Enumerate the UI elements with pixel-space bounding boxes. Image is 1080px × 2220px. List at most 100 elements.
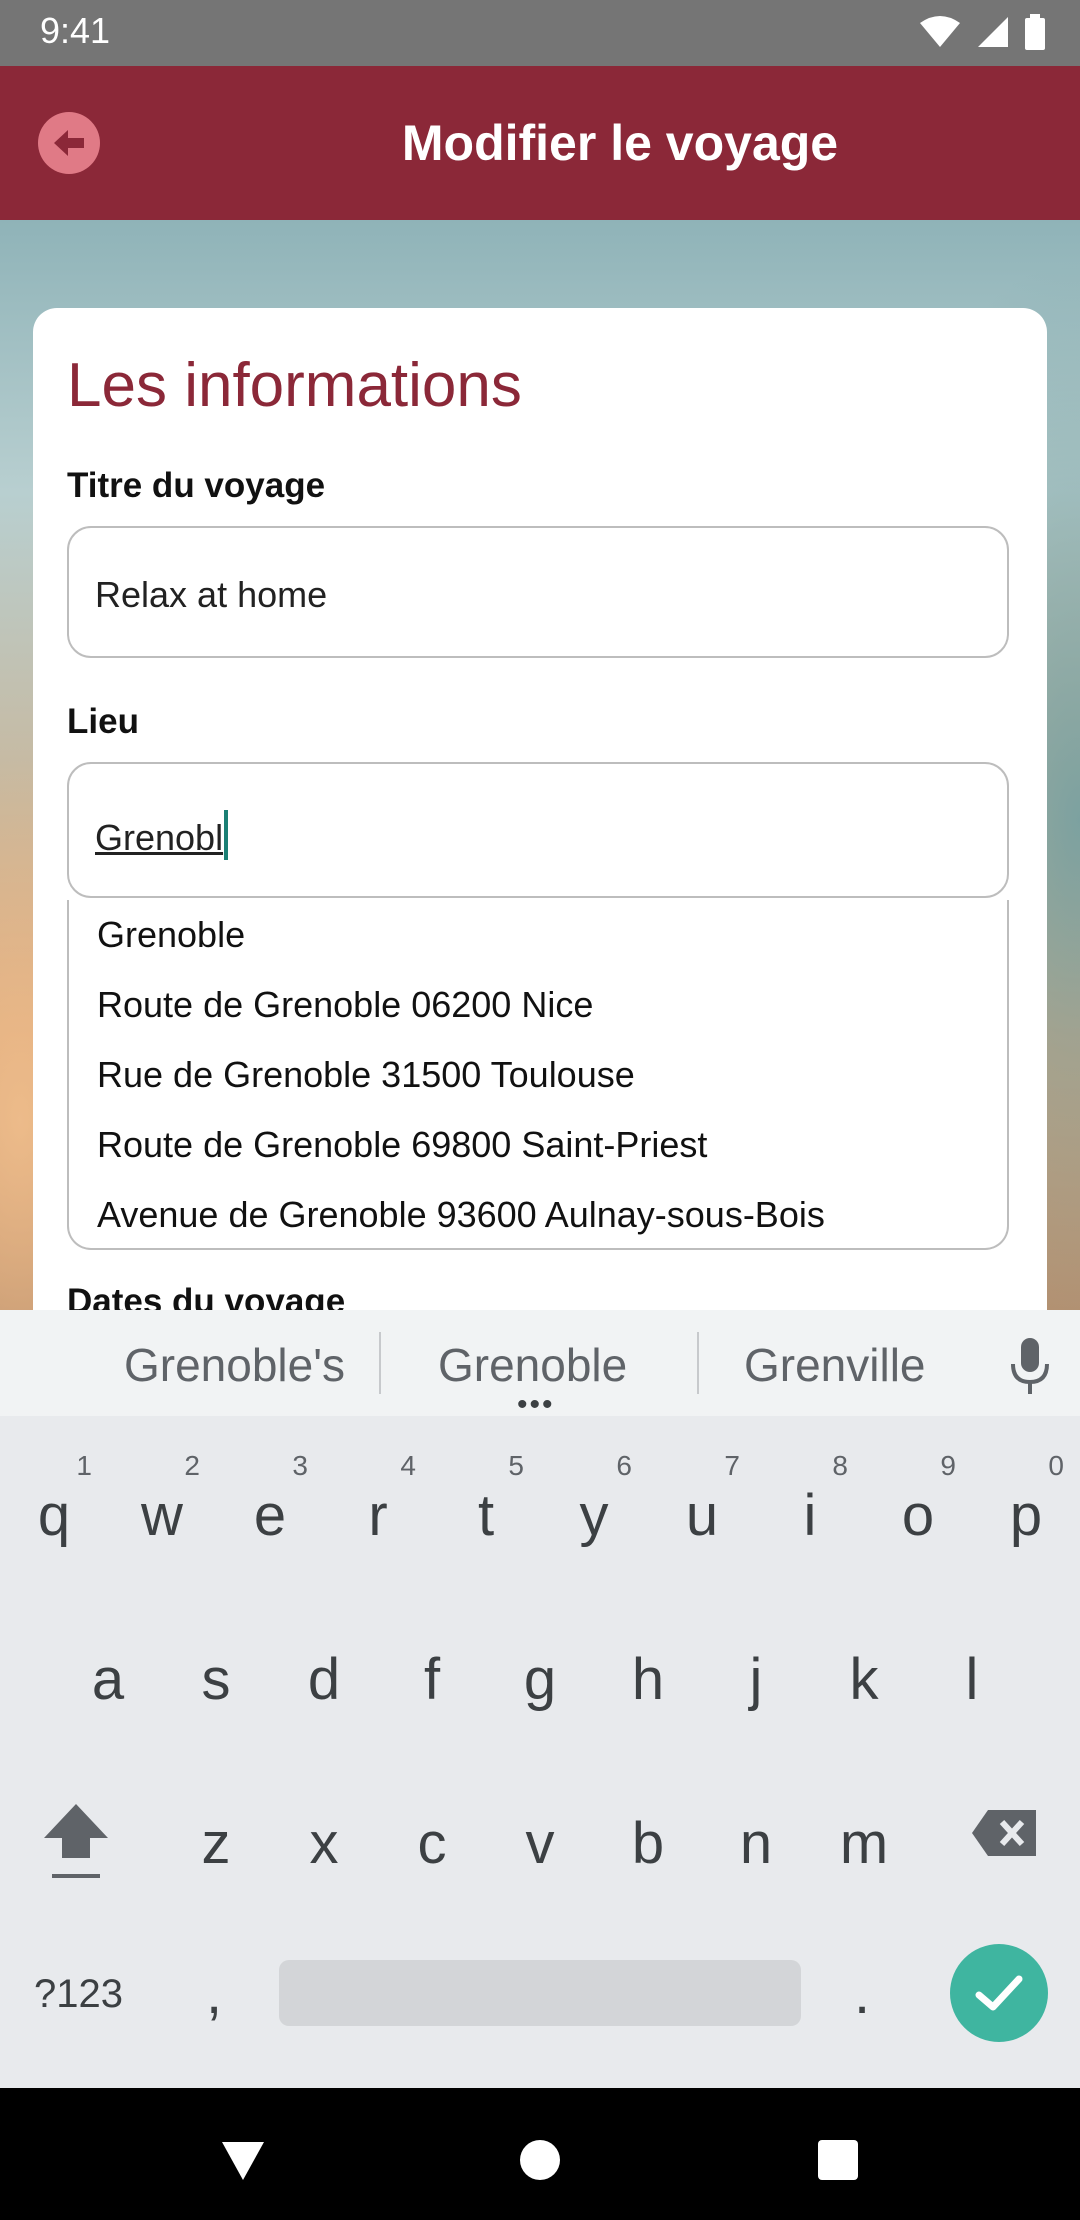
key-number-hint: 1 xyxy=(76,1450,92,1481)
key-a[interactable]: a xyxy=(58,1624,158,1734)
key-c[interactable]: c xyxy=(382,1788,482,1898)
more-suggestions-icon[interactable]: ••• xyxy=(517,1388,555,1422)
check-icon xyxy=(975,1975,1023,2011)
key-label: w xyxy=(141,1483,183,1548)
space-key[interactable] xyxy=(279,1960,801,2026)
place-label: Lieu xyxy=(67,702,139,741)
key-number-hint: 6 xyxy=(616,1450,632,1481)
key-w[interactable]: 2w xyxy=(112,1450,212,1570)
key-i[interactable]: 8i xyxy=(760,1450,860,1570)
key-label: f xyxy=(423,1647,441,1712)
key-label: h xyxy=(631,1647,665,1712)
key-s[interactable]: s xyxy=(166,1624,266,1734)
autocomplete-item[interactable]: Route de Grenoble 06200 Nice xyxy=(97,984,593,1026)
key-v[interactable]: v xyxy=(490,1788,590,1898)
nav-home-icon[interactable] xyxy=(520,2140,560,2180)
nav-back-icon[interactable] xyxy=(220,2140,266,2182)
symbols-key[interactable]: ?123 xyxy=(34,1972,123,2017)
autocomplete-item[interactable]: Rue de Grenoble 31500 Toulouse xyxy=(97,1054,635,1096)
shift-key[interactable] xyxy=(38,1800,114,1880)
key-h[interactable]: h xyxy=(598,1624,698,1734)
strip-divider xyxy=(379,1332,381,1394)
key-label: k xyxy=(849,1647,879,1712)
key-label: x xyxy=(309,1811,339,1876)
key-label: r xyxy=(368,1483,388,1548)
key-number-hint: 7 xyxy=(724,1450,740,1481)
backspace-key[interactable] xyxy=(970,1808,1038,1858)
key-label: e xyxy=(253,1483,287,1548)
enter-key[interactable] xyxy=(950,1944,1048,2042)
key-u[interactable]: 7u xyxy=(652,1450,752,1570)
status-bar: 9:41 xyxy=(0,0,1080,66)
autocomplete-item[interactable]: Grenoble xyxy=(97,914,245,956)
nav-recents-icon[interactable] xyxy=(818,2140,858,2180)
key-d[interactable]: d xyxy=(274,1624,374,1734)
key-number-hint: 5 xyxy=(508,1450,524,1481)
trip-info-card: Les informations Titre du voyage Relax a… xyxy=(33,308,1047,1310)
autocomplete-list: Grenoble Route de Grenoble 06200 Nice Ru… xyxy=(67,900,1009,1250)
trip-title-value: Relax at home xyxy=(95,574,328,615)
key-m[interactable]: m xyxy=(814,1788,914,1898)
key-o[interactable]: 9o xyxy=(868,1450,968,1570)
key-label: i xyxy=(803,1483,817,1548)
key-t[interactable]: 5t xyxy=(436,1450,536,1570)
key-number-hint: 4 xyxy=(400,1450,416,1481)
key-label: s xyxy=(201,1647,231,1712)
key-e[interactable]: 3e xyxy=(220,1450,320,1570)
section-heading: Les informations xyxy=(67,351,522,420)
key-n[interactable]: n xyxy=(706,1788,806,1898)
keyboard: Grenoble's Grenoble ••• Grenville 1q 2w … xyxy=(0,1310,1080,2088)
key-r[interactable]: 4r xyxy=(328,1450,428,1570)
key-l[interactable]: l xyxy=(922,1624,1022,1734)
key-p[interactable]: 0p xyxy=(976,1450,1076,1570)
key-label: l xyxy=(965,1647,979,1712)
key-number-hint: 9 xyxy=(940,1450,956,1481)
key-label: g xyxy=(523,1647,557,1712)
key-label: u xyxy=(685,1483,719,1548)
keyboard-suggestion[interactable]: Grenville xyxy=(744,1338,926,1392)
app-bar: Modifier le voyage xyxy=(0,66,1080,220)
status-icons xyxy=(918,14,1046,50)
key-x[interactable]: x xyxy=(274,1788,374,1898)
autocomplete-item[interactable]: Avenue de Grenoble 93600 Aulnay-sous-Boi… xyxy=(97,1194,825,1236)
key-k[interactable]: k xyxy=(814,1624,914,1734)
key-label: d xyxy=(307,1647,341,1712)
shift-icon xyxy=(44,1804,108,1878)
keyboard-suggestion[interactable]: Grenoble's xyxy=(124,1338,345,1392)
keyboard-suggestion[interactable]: Grenoble xyxy=(438,1338,627,1392)
wifi-icon xyxy=(920,16,960,47)
key-label: q xyxy=(37,1483,71,1548)
keyboard-suggestion-strip: Grenoble's Grenoble ••• Grenville xyxy=(0,1310,1080,1421)
key-label: o xyxy=(901,1483,935,1548)
autocomplete-item[interactable]: Route de Grenoble 69800 Saint-Priest xyxy=(97,1124,707,1166)
key-j[interactable]: j xyxy=(706,1624,806,1734)
key-label: t xyxy=(477,1483,495,1548)
key-z[interactable]: z xyxy=(166,1788,266,1898)
key-f[interactable]: f xyxy=(382,1624,482,1734)
status-time: 9:41 xyxy=(40,10,111,51)
key-number-hint: 0 xyxy=(1048,1450,1064,1481)
battery-icon xyxy=(1025,14,1045,50)
key-b[interactable]: b xyxy=(598,1788,698,1898)
mic-icon[interactable] xyxy=(1010,1338,1050,1396)
period-key[interactable]: . xyxy=(854,1960,870,2027)
comma-key[interactable]: , xyxy=(206,1960,222,2027)
key-y[interactable]: 6y xyxy=(544,1450,644,1570)
signal-icon xyxy=(978,17,1008,47)
text-cursor xyxy=(224,810,229,860)
trip-title-label: Titre du voyage xyxy=(67,466,326,505)
key-number-hint: 8 xyxy=(832,1450,848,1481)
key-label: v xyxy=(525,1811,555,1876)
strip-divider xyxy=(697,1332,699,1394)
key-label: a xyxy=(91,1647,125,1712)
key-label: n xyxy=(739,1811,773,1876)
place-value: Grenobl xyxy=(95,810,229,860)
key-label: y xyxy=(579,1483,609,1548)
trip-title-input[interactable]: Relax at home xyxy=(67,526,1009,658)
key-label: b xyxy=(631,1811,665,1876)
page-title: Modifier le voyage xyxy=(401,115,839,171)
key-q[interactable]: 1q xyxy=(4,1450,104,1570)
key-g[interactable]: g xyxy=(490,1624,590,1734)
system-nav-bar xyxy=(0,2088,1080,2220)
place-input[interactable]: Grenobl xyxy=(67,762,1009,898)
